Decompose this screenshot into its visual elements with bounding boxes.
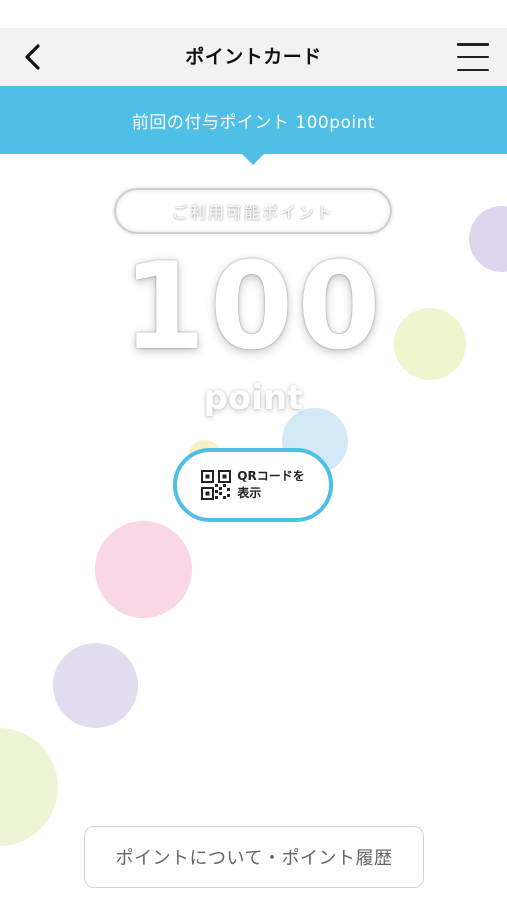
show-qr-code-button[interactable]: QRコードを 表示 <box>173 448 333 522</box>
point-card-screen: ポイントカード 前回の付与ポイント 100point ご利用可能ポイント 100… <box>0 0 507 900</box>
hamburger-menu-icon <box>457 43 489 46</box>
status-area <box>0 0 507 28</box>
qr-button-label: QRコードを 表示 <box>237 468 305 500</box>
last-granted-points-banner: 前回の付与ポイント 100point <box>0 86 507 154</box>
decor-circle-green-left <box>0 728 58 846</box>
banner-pointer <box>241 153 265 165</box>
app-header: ポイントカード <box>0 28 507 86</box>
points-value: 100 <box>122 238 385 377</box>
decor-circle-purple-right <box>469 206 507 272</box>
banner-text: 前回の付与ポイント 100point <box>131 112 376 133</box>
back-button[interactable] <box>14 38 50 76</box>
page-title: ポイントカード <box>185 46 322 68</box>
available-points-label: ご利用可能ポイント <box>116 190 390 232</box>
points-info-history-button[interactable]: ポイントについて・ポイント履歴 <box>84 826 424 888</box>
decor-circle-purple-left <box>53 643 138 728</box>
menu-button[interactable] <box>457 43 489 71</box>
chevron-left-icon <box>25 44 40 70</box>
qr-code-icon <box>201 470 232 500</box>
decor-circle-pink <box>95 521 192 618</box>
points-unit: point <box>203 378 304 418</box>
